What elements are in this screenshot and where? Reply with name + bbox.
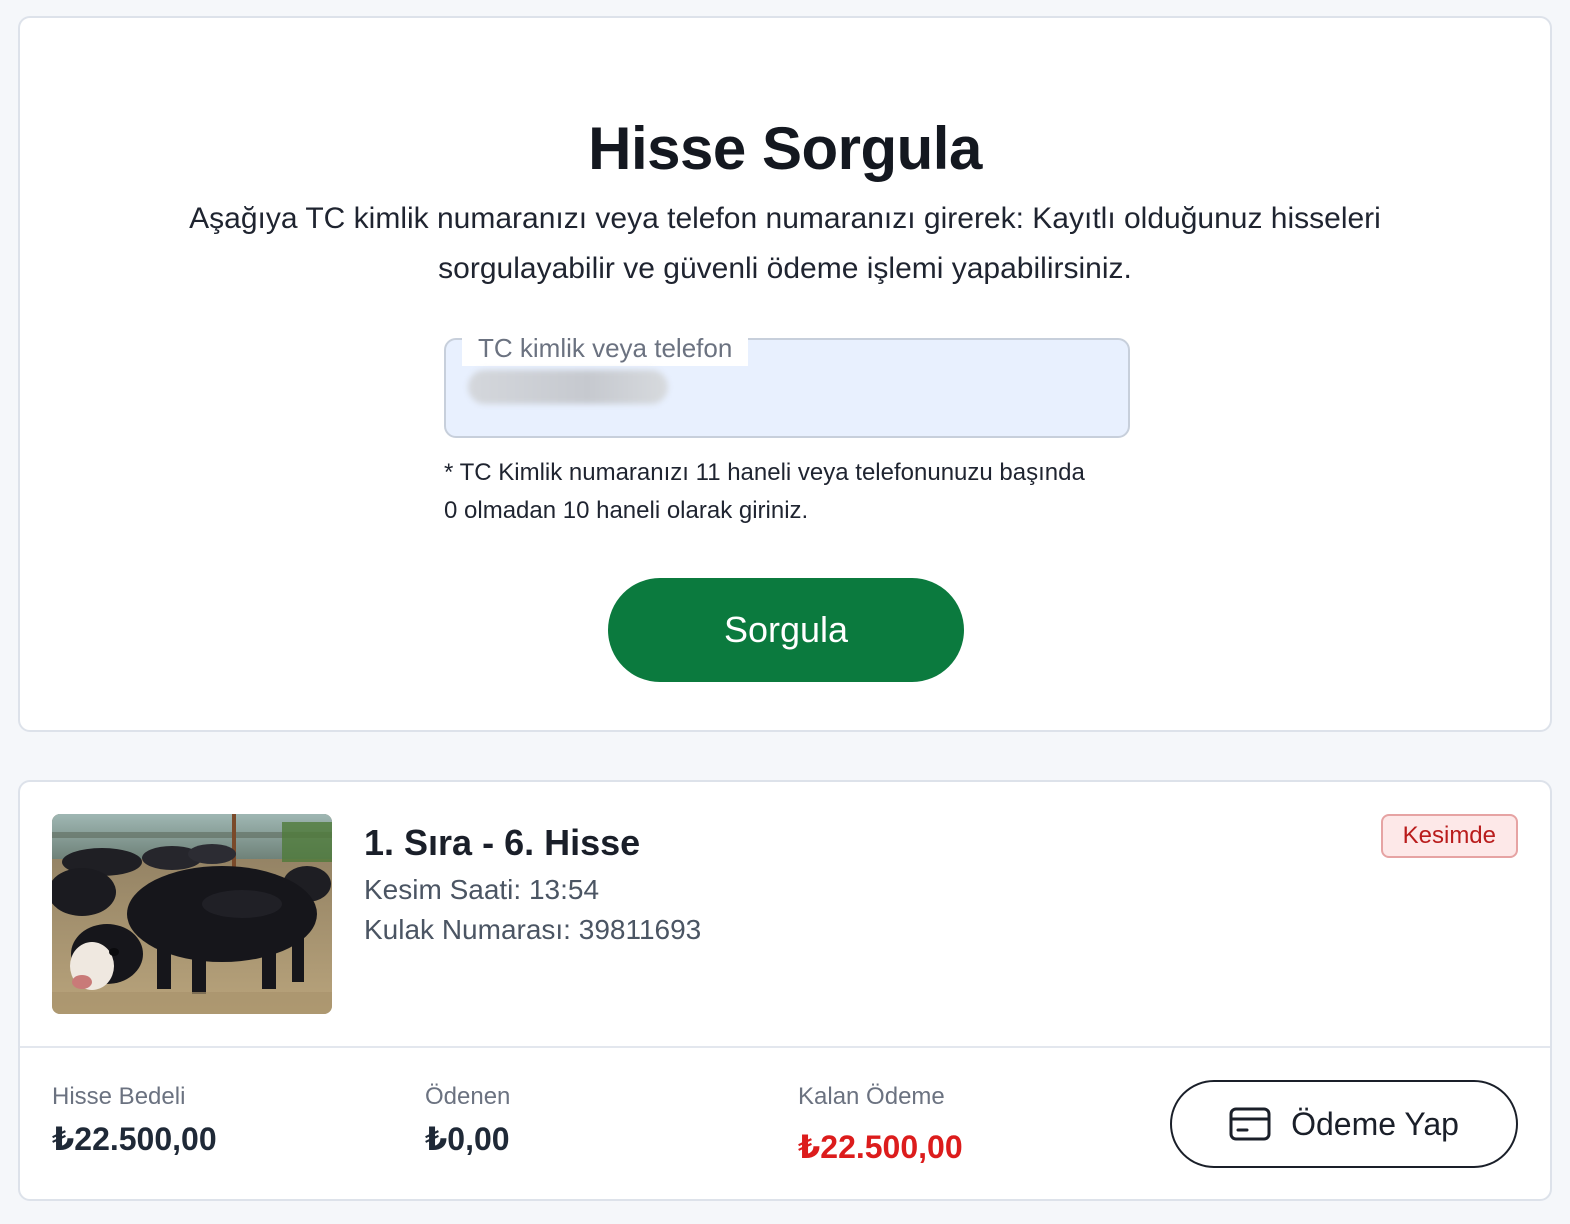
tc-phone-input-value-redacted[interactable] [468, 370, 668, 404]
query-button[interactable]: Sorgula [608, 578, 964, 682]
paid-value: ₺0,00 [425, 1121, 510, 1157]
pay-button[interactable]: Ödeme Yap [1170, 1080, 1518, 1168]
remaining-value: ₺22.500,00 [798, 1129, 963, 1165]
tc-phone-input[interactable]: TC kimlik veya telefon [444, 330, 1130, 438]
remaining-block: Kalan Ödeme ₺22.500,00 [798, 1082, 963, 1166]
cattle-photo [52, 814, 332, 1014]
query-card: Hisse Sorgula Aşağıya TC kimlik numaranı… [18, 16, 1552, 732]
page-description: Aşağıya TC kimlik numaranızı veya telefo… [189, 202, 1381, 285]
ear-tag-number: Kulak Numarası: 39811693 [364, 914, 702, 945]
share-result-card: 1. Sıra - 6. Hisse Kesim Saati: 13:54 Ku… [18, 780, 1552, 1201]
tc-phone-input-label: TC kimlik veya telefon [462, 330, 749, 366]
divider [20, 1046, 1550, 1048]
share-price-value: ₺22.500,00 [52, 1121, 217, 1157]
credit-card-icon [1229, 1107, 1271, 1141]
share-price-label: Hisse Bedeli [52, 1083, 186, 1110]
status-badge: Kesimde [1380, 814, 1518, 858]
remaining-label: Kalan Ödeme [798, 1083, 945, 1110]
paid-block: Ödenen ₺0,00 [425, 1082, 510, 1158]
pay-button-label: Ödeme Yap [1291, 1105, 1459, 1142]
paid-label: Ödenen [425, 1083, 511, 1110]
share-title: 1. Sıra - 6. Hisse [364, 822, 641, 863]
slaughter-time: Kesim Saati: 13:54 [364, 874, 600, 905]
page-title: Hisse Sorgula [588, 115, 982, 182]
input-hint: * TC Kimlik numaranızı 11 haneli veya te… [444, 459, 1085, 524]
share-price-block: Hisse Bedeli ₺22.500,00 [52, 1082, 217, 1158]
